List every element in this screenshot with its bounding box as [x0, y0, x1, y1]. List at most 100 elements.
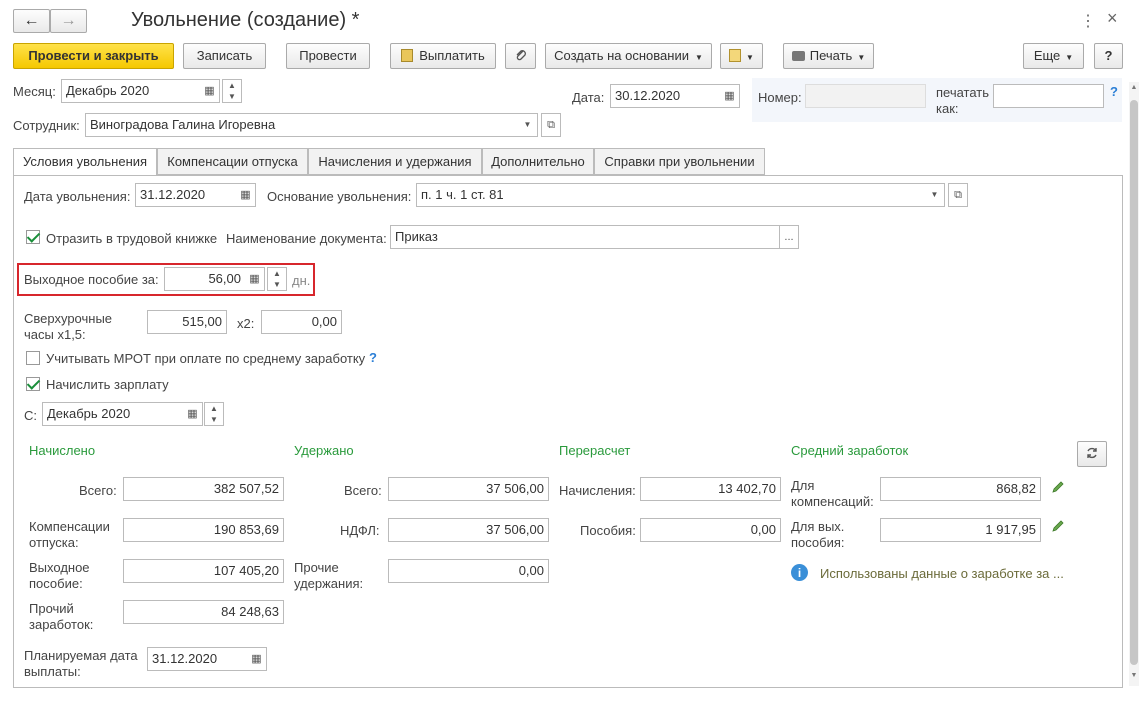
pay-button[interactable]: Выплатить — [390, 43, 496, 69]
spin-down-icon[interactable]: ▼ — [205, 414, 223, 425]
help-button[interactable]: ? — [1094, 43, 1123, 69]
calendar-icon[interactable]: ▦ — [200, 79, 220, 103]
attach-button[interactable] — [505, 43, 536, 69]
employee-input[interactable]: Виноградова Галина Игоревна — [85, 113, 519, 137]
print-label: Печать — [809, 48, 853, 63]
close-icon[interactable]: × — [1107, 8, 1118, 29]
calendar-icon[interactable]: ▦ — [236, 183, 256, 207]
dropdown-arrow-icon: ▼ — [1065, 53, 1074, 62]
severance-days-input[interactable]: 56,00 — [164, 267, 246, 291]
accrued-title: Начислено — [29, 443, 96, 458]
accrued-other-input[interactable]: 84 248,63 — [123, 600, 284, 624]
recalc-benefits-input[interactable]: 0,00 — [640, 518, 781, 542]
print-button[interactable]: Печать ▼ — [783, 43, 874, 69]
calendar-icon[interactable]: ▦ — [720, 84, 740, 108]
average-comp-label: Для компенсаций: — [791, 478, 874, 509]
forward-button[interactable]: → — [50, 9, 87, 33]
spin-up-icon[interactable]: ▲ — [268, 268, 286, 279]
dropdown-arrow-icon: ▼ — [857, 53, 866, 62]
planned-date-label: Планируемая дата выплаты: — [24, 648, 138, 679]
pencil-edit-icon[interactable] — [1050, 518, 1066, 534]
post-button[interactable]: Провести — [286, 43, 370, 69]
tab-additional[interactable]: Дополнительно — [482, 148, 594, 175]
back-button[interactable]: ← — [13, 9, 50, 33]
from-spinner[interactable]: ▲ ▼ — [204, 402, 224, 426]
doc-name-label: Наименование документа: — [226, 231, 387, 246]
recalc-accruals-input[interactable]: 13 402,70 — [640, 477, 781, 501]
average-comp-input[interactable]: 868,82 — [880, 477, 1041, 501]
date-label: Дата: — [572, 90, 605, 105]
calculator-icon[interactable]: ▦ — [245, 267, 265, 291]
accrued-total-input[interactable]: 382 507,52 — [123, 477, 284, 501]
mrot-help-icon[interactable]: ? — [369, 350, 377, 365]
spin-up-icon[interactable]: ▲ — [223, 80, 241, 91]
overtime-15-input[interactable]: 515,00 — [147, 310, 227, 334]
average-info-link[interactable]: Использованы данные о заработке за ... — [820, 566, 1064, 582]
withheld-total-input[interactable]: 37 506,00 — [388, 477, 549, 501]
workbook-label: Отразить в трудовой книжке — [46, 231, 218, 246]
spin-down-icon[interactable]: ▼ — [268, 279, 286, 290]
create-based-label: Создать на основании — [554, 48, 689, 63]
calendar-icon[interactable]: ▦ — [183, 402, 203, 426]
withheld-ndfl-input[interactable]: 37 506,00 — [388, 518, 549, 542]
workbook-checkbox[interactable] — [26, 230, 40, 244]
dropdown-icon[interactable]: ▼ — [518, 113, 538, 137]
info-icon: i — [791, 564, 808, 581]
open-link-icon[interactable]: ⧉ — [541, 113, 561, 137]
print-as-label: печатать как: — [936, 85, 990, 116]
dismissal-date-label: Дата увольнения: — [24, 189, 131, 204]
accrued-severance-input[interactable]: 107 405,20 — [123, 559, 284, 583]
print-as-input[interactable] — [993, 84, 1104, 108]
dropdown-arrow-icon: ▼ — [746, 53, 754, 62]
month-spinner[interactable]: ▲ ▼ — [222, 79, 242, 103]
paperclip-icon — [516, 50, 526, 61]
accrued-vacation-input[interactable]: 190 853,69 — [123, 518, 284, 542]
planned-date-input[interactable]: 31.12.2020 — [147, 647, 248, 671]
refresh-button[interactable] — [1077, 441, 1107, 467]
scrollbar-down-icon[interactable]: ▼ — [1129, 672, 1139, 679]
related-docs-button[interactable]: ▼ — [720, 43, 763, 69]
accrued-other-label: Прочий заработок: — [29, 601, 94, 632]
doc-name-input[interactable]: Приказ — [390, 225, 780, 249]
refresh-icon — [1087, 447, 1097, 459]
date-input[interactable]: 30.12.2020 — [610, 84, 721, 108]
withheld-total-label: Всего: — [344, 483, 382, 498]
salary-checkbox[interactable] — [26, 377, 40, 391]
spin-up-icon[interactable]: ▲ — [205, 403, 223, 414]
number-input[interactable] — [805, 84, 926, 108]
more-button[interactable]: Еще ▼ — [1023, 43, 1084, 69]
days-unit: дн. — [292, 273, 311, 288]
withheld-ndfl-label: НДФЛ: — [340, 523, 380, 538]
scrollbar-thumb[interactable] — [1130, 100, 1138, 665]
create-based-button[interactable]: Создать на основании ▼ — [545, 43, 712, 69]
withheld-other-input[interactable]: 0,00 — [388, 559, 549, 583]
select-ellipsis-icon[interactable]: ... — [779, 225, 799, 249]
dropdown-icon[interactable]: ▼ — [925, 183, 945, 207]
severance-label: Выходное пособие за: — [24, 272, 159, 287]
post-and-close-button[interactable]: Провести и закрыть — [13, 43, 174, 69]
severance-spinner[interactable]: ▲ ▼ — [267, 267, 287, 291]
tab-accruals-deductions[interactable]: Начисления и удержания — [308, 148, 482, 175]
scrollbar-up-icon[interactable]: ▲ — [1129, 84, 1139, 91]
reason-input[interactable]: п. 1 ч. 1 ст. 81 — [416, 183, 926, 207]
calendar-icon[interactable]: ▦ — [247, 647, 267, 671]
month-input[interactable]: Декабрь 2020 — [61, 79, 201, 103]
tab-vacation-compensation[interactable]: Компенсации отпуска — [157, 148, 308, 175]
from-input[interactable]: Декабрь 2020 — [42, 402, 184, 426]
print-as-help-icon[interactable]: ? — [1110, 84, 1118, 99]
mrot-checkbox[interactable] — [26, 351, 40, 365]
overtime-label: Сверхурочные часы x1,5: — [24, 311, 113, 342]
open-link-icon[interactable]: ⧉ — [948, 183, 968, 207]
tab-dismissal-certificates[interactable]: Справки при увольнении — [594, 148, 765, 175]
withheld-other-label: Прочие удержания: — [294, 560, 364, 591]
overtime-2-input[interactable]: 0,00 — [261, 310, 342, 334]
spin-down-icon[interactable]: ▼ — [223, 91, 241, 102]
pencil-edit-icon[interactable] — [1050, 479, 1066, 495]
save-button[interactable]: Записать — [183, 43, 266, 69]
tab-conditions[interactable]: Условия увольнения — [13, 148, 157, 176]
number-label: Номер: — [758, 90, 802, 105]
pay-label: Выплатить — [419, 48, 485, 63]
dismissal-date-input[interactable]: 31.12.2020 — [135, 183, 237, 207]
more-menu-icon[interactable]: ⋮ — [1080, 11, 1096, 31]
average-sev-input[interactable]: 1 917,95 — [880, 518, 1041, 542]
